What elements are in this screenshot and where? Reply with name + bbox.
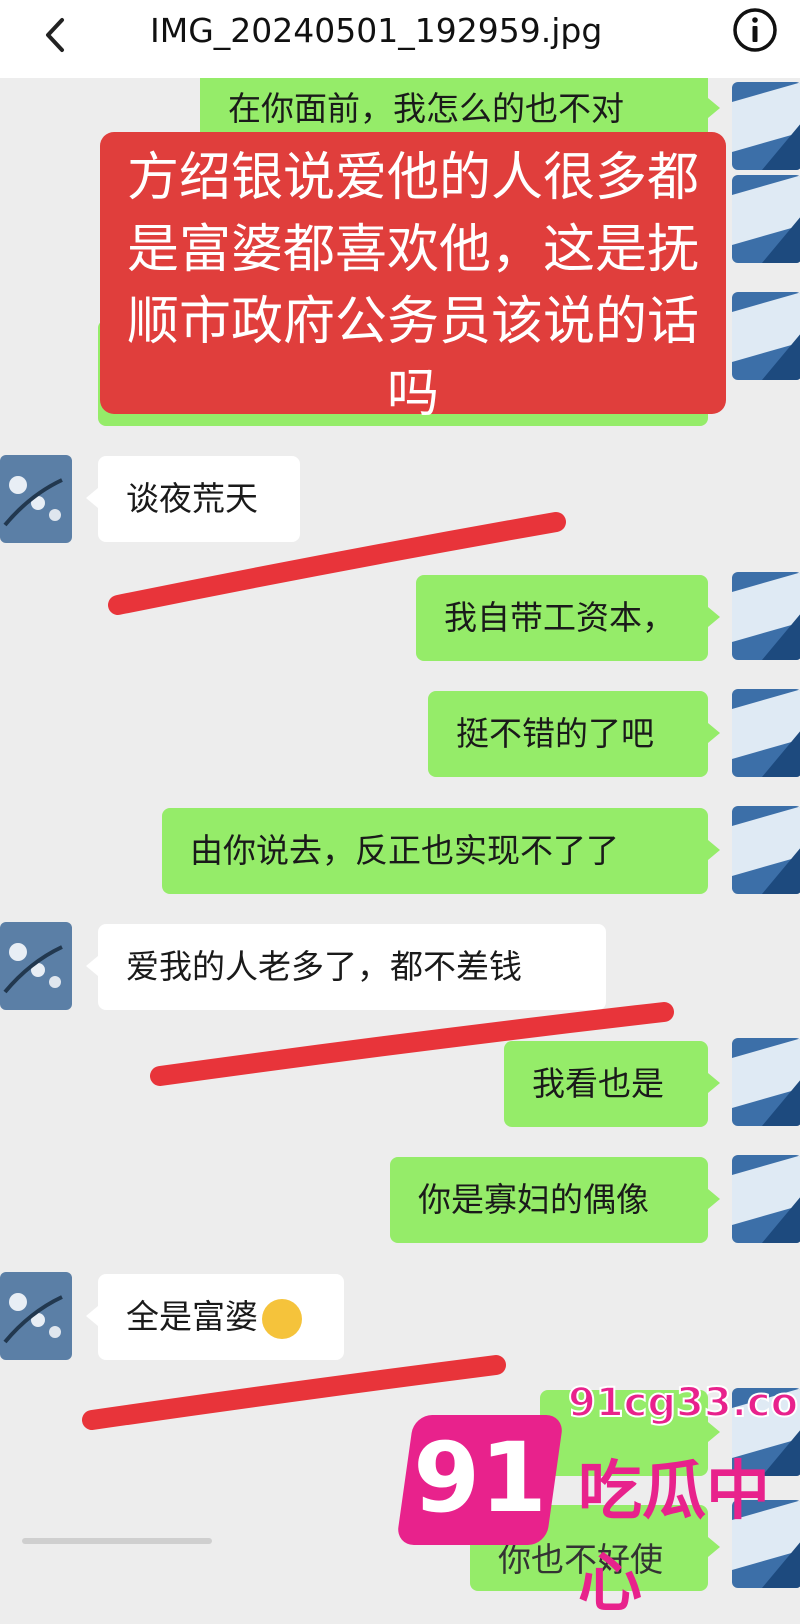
callout-line: 顺市政府公务员该说的话 <box>126 292 699 352</box>
avatar[interactable] <box>732 572 800 660</box>
scroll-indicator <box>22 1538 212 1544</box>
message-bubble-incoming[interactable]: 爱我的人老多了，都不差钱 <box>86 924 606 1010</box>
message-bubble-outgoing[interactable]: 由你说去，反正也实现不了了 <box>162 808 720 894</box>
watermark-domain: 91cg33.com <box>567 1379 800 1427</box>
avatar[interactable] <box>732 806 800 894</box>
laughing-emoji-icon <box>262 1298 302 1339</box>
back-icon[interactable] <box>32 10 82 60</box>
info-icon[interactable] <box>730 5 780 55</box>
message-bubble-incoming[interactable]: 谈夜荒天 <box>86 456 300 542</box>
site-watermark-logo: 91 91cg33.com 吃瓜中心 <box>395 1370 800 1621</box>
watermark-number: 91 <box>413 1422 547 1534</box>
message-bubble-incoming[interactable]: 全是富婆 <box>86 1274 344 1360</box>
status-bar-time: 3:57 <box>96 42 166 75</box>
avatar[interactable] <box>0 922 72 1010</box>
avatar[interactable] <box>732 1038 800 1126</box>
avatar[interactable] <box>732 82 800 170</box>
avatar[interactable] <box>732 689 800 777</box>
avatar[interactable] <box>732 175 800 263</box>
callout-line: 方绍银说爱他的人很多都 <box>126 148 699 208</box>
avatar[interactable] <box>0 1272 72 1360</box>
avatar[interactable] <box>0 455 72 543</box>
callout-line: 吗 <box>386 364 439 424</box>
file-name-title: IMG_20240501_192959.jpg <box>150 11 603 50</box>
avatar[interactable] <box>732 292 800 380</box>
message-bubble-outgoing[interactable]: 我看也是 <box>504 1041 720 1127</box>
avatar[interactable] <box>732 1155 800 1243</box>
watermark-name: 吃瓜中心 <box>578 1455 770 1621</box>
message-bubble-outgoing[interactable]: 我自带工资本， <box>416 575 720 661</box>
callout-line: 是富婆都喜欢他，这是抚 <box>126 220 699 280</box>
annotation-callout: 方绍银说爱他的人很多都 是富婆都喜欢他，这是抚 顺市政府公务员该说的话 吗 <box>100 132 726 424</box>
message-text: 全是富婆 <box>126 1297 258 1336</box>
message-bubble-outgoing[interactable]: 挺不错的了吧 <box>428 691 720 777</box>
message-bubble-outgoing[interactable]: 你是寡妇的偶像 <box>390 1157 720 1243</box>
